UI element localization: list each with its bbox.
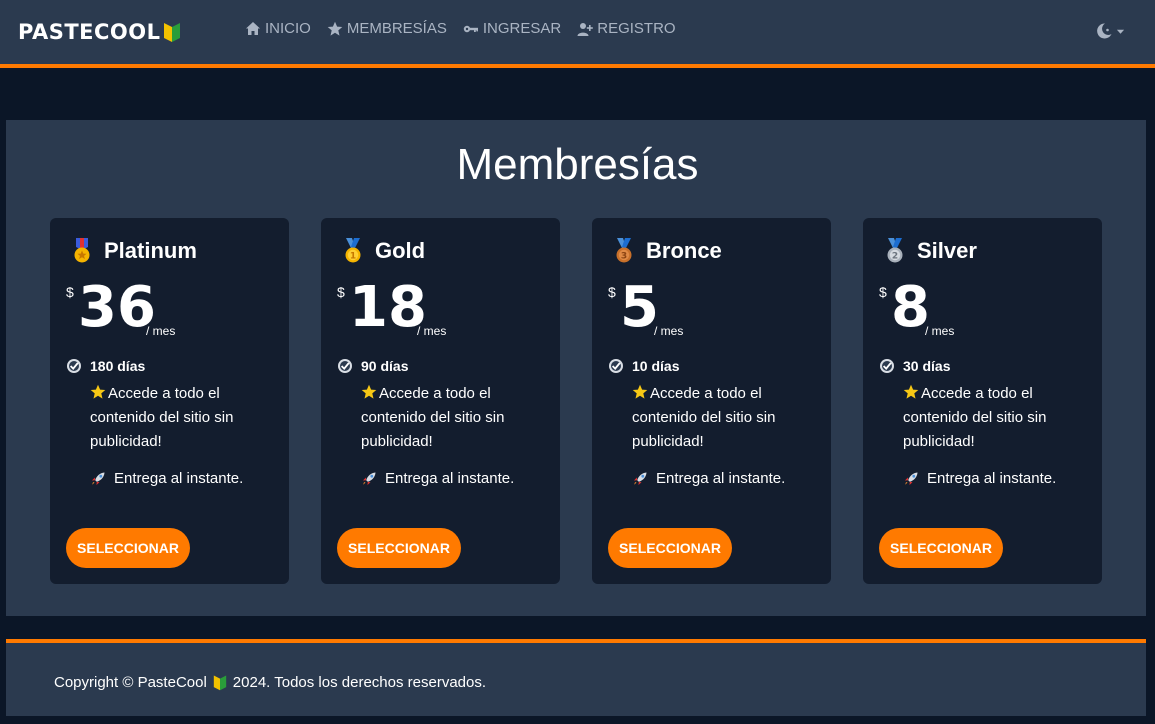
duration: 90 días <box>337 358 408 374</box>
card-name: Silver <box>917 238 977 263</box>
nav-item-ingresar[interactable]: INGRESAR <box>463 20 561 37</box>
user-plus-icon <box>577 22 594 36</box>
select-button-gold[interactable]: SELECCIONAR <box>337 528 461 568</box>
feature-text: Accede a todo el contenido del sitio sin… <box>90 385 234 450</box>
check-circle-icon <box>609 359 623 373</box>
copyright: Copyright © PasteCool 2024. Todos los de… <box>54 674 486 691</box>
nav-links: INICIO MEMBRESÍAS INGRESAR REGISTRO <box>245 20 676 37</box>
card-title: 2 Silver <box>885 238 977 264</box>
svg-text:1: 1 <box>350 252 356 262</box>
nav-item-registro[interactable]: REGISTRO <box>577 20 676 37</box>
price-period: / mes <box>925 324 955 338</box>
star-emoji-icon <box>632 384 648 399</box>
card-name: Platinum <box>104 238 197 263</box>
duration-label: 30 días <box>903 358 951 374</box>
third-place-medal-icon: 3 <box>616 238 632 263</box>
second-place-medal-icon: 2 <box>887 238 903 263</box>
svg-text:3: 3 <box>621 252 627 262</box>
duration: 180 días <box>66 358 145 374</box>
feature-text: Entrega al instante. <box>927 470 1057 487</box>
card-name: Bronce <box>646 238 722 263</box>
membership-cards: Platinum $ 36 / mes 180 días Accede a to… <box>50 218 1102 584</box>
rocket-icon <box>92 472 105 485</box>
beginner-symbol-icon <box>213 675 226 691</box>
feature-full-access: Accede a todo el contenido del sitio sin… <box>361 382 541 454</box>
duration-label: 90 días <box>361 358 409 374</box>
star-emoji-icon <box>903 384 919 399</box>
rocket-icon <box>363 472 376 485</box>
duration: 10 días <box>608 358 679 374</box>
home-icon <box>246 21 260 35</box>
page-title: Membresías <box>456 140 699 189</box>
moon-icon <box>1097 23 1112 39</box>
price-amount: 36 <box>78 275 156 340</box>
military-medal-icon <box>74 238 90 263</box>
membership-card-platinum: Platinum $ 36 / mes 180 días Accede a to… <box>50 218 289 584</box>
brand-logo[interactable]: PASTECOOL <box>18 18 181 46</box>
price-period: / mes <box>417 324 447 338</box>
membership-card-gold: 1 Gold $ 18 / mes 90 días Accede a todo … <box>321 218 560 584</box>
check-circle-icon <box>67 359 81 373</box>
card-title: 1 Gold <box>343 238 425 264</box>
beginner-symbol-icon <box>163 23 180 42</box>
star-emoji-icon <box>90 384 106 399</box>
card-name: Gold <box>375 238 426 263</box>
select-button-bronce[interactable]: SELECCIONAR <box>608 528 732 568</box>
feature-instant-delivery: Entrega al instante. <box>632 470 785 487</box>
currency-symbol: $ <box>337 284 345 300</box>
membership-card-silver: 2 Silver $ 8 / mes 30 días Accede a todo… <box>863 218 1102 584</box>
currency-symbol: $ <box>608 284 616 300</box>
currency-symbol: $ <box>879 284 887 300</box>
nav-item-inicio[interactable]: INICIO <box>245 20 311 37</box>
navbar: PASTECOOL INICIO MEMBRESÍAS INGRESAR REG… <box>0 0 1155 68</box>
nav-item-label: REGISTRO <box>597 20 676 37</box>
svg-text:2: 2 <box>892 252 898 262</box>
membership-card-bronce: 3 Bronce $ 5 / mes 10 días Accede a todo… <box>592 218 831 584</box>
feature-text: Accede a todo el contenido del sitio sin… <box>361 385 505 450</box>
duration-label: 180 días <box>90 358 146 374</box>
copyright-suffix: 2024. Todos los derechos reservados. <box>232 674 487 691</box>
nav-item-membresias[interactable]: MEMBRESÍAS <box>327 20 447 37</box>
check-circle-icon <box>880 359 894 373</box>
feature-text: Accede a todo el contenido del sitio sin… <box>632 385 776 450</box>
rocket-icon <box>634 472 647 485</box>
feature-full-access: Accede a todo el contenido del sitio sin… <box>903 382 1083 454</box>
copyright-prefix: Copyright © PasteCool <box>54 674 207 691</box>
feature-text: Accede a todo el contenido del sitio sin… <box>903 385 1047 450</box>
feature-text: Entrega al instante. <box>656 470 786 487</box>
price-period: / mes <box>146 324 176 338</box>
feature-instant-delivery: Entrega al instante. <box>361 470 514 487</box>
theme-toggle[interactable] <box>1095 22 1125 40</box>
duration: 30 días <box>879 358 950 374</box>
feature-instant-delivery: Entrega al instante. <box>90 470 243 487</box>
nav-item-label: INICIO <box>265 20 311 37</box>
card-title: Platinum <box>72 238 197 264</box>
chevron-down-icon <box>1116 29 1125 34</box>
rocket-icon <box>905 472 918 485</box>
feature-full-access: Accede a todo el contenido del sitio sin… <box>90 382 270 454</box>
duration-label: 10 días <box>632 358 680 374</box>
feature-instant-delivery: Entrega al instante. <box>903 470 1056 487</box>
feature-text: Entrega al instante. <box>385 470 515 487</box>
price-amount: 18 <box>349 275 427 340</box>
star-icon <box>327 21 343 36</box>
feature-text: Entrega al instante. <box>114 470 244 487</box>
select-button-platinum[interactable]: SELECCIONAR <box>66 528 190 568</box>
nav-item-label: INGRESAR <box>482 20 562 37</box>
select-button-silver[interactable]: SELECCIONAR <box>879 528 1003 568</box>
nav-item-label: MEMBRESÍAS <box>346 20 447 37</box>
key-icon <box>463 25 478 32</box>
first-place-medal-icon: 1 <box>345 238 361 263</box>
price-period: / mes <box>654 324 684 338</box>
check-circle-icon <box>338 359 352 373</box>
star-emoji-icon <box>361 384 377 399</box>
card-title: 3 Bronce <box>614 238 722 264</box>
footer: Copyright © PasteCool 2024. Todos los de… <box>6 639 1146 716</box>
brand-name: PASTECOOL <box>18 20 161 44</box>
feature-full-access: Accede a todo el contenido del sitio sin… <box>632 382 812 454</box>
currency-symbol: $ <box>66 284 74 300</box>
